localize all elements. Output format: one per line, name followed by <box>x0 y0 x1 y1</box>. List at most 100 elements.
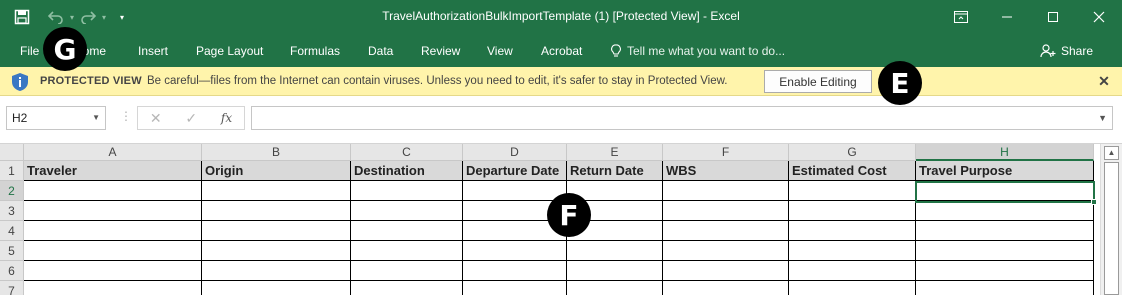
column-header-h[interactable]: H <box>916 144 1094 161</box>
row-header-7[interactable]: 7 <box>0 281 24 295</box>
grid-cell[interactable] <box>351 221 463 241</box>
grid-cell[interactable] <box>24 181 202 201</box>
column-header-g[interactable]: G <box>789 144 916 161</box>
insert-function-icon[interactable]: fx <box>221 111 232 125</box>
grid-cell[interactable] <box>663 181 789 201</box>
grid-cell[interactable] <box>463 281 567 295</box>
expand-formula-icon[interactable]: ▼ <box>1098 113 1107 123</box>
enable-editing-button[interactable]: Enable Editing <box>764 70 872 93</box>
enter-icon[interactable]: ✓ <box>185 110 197 127</box>
grid-cell[interactable] <box>663 221 789 241</box>
shield-info-icon <box>10 72 30 92</box>
minimize-icon[interactable] <box>984 0 1030 33</box>
formula-bar: H2 ▼ ⋮ ✕ ✓ fx ▼ <box>0 96 1122 144</box>
select-all-corner[interactable] <box>0 144 24 161</box>
grid-cell[interactable] <box>663 281 789 295</box>
lightbulb-icon <box>611 44 621 57</box>
grid-cell[interactable] <box>916 201 1094 221</box>
row-header-2[interactable]: 2 <box>0 181 24 201</box>
grid-cell[interactable] <box>567 261 663 281</box>
name-box[interactable]: H2 ▼ <box>6 106 106 130</box>
maximize-icon[interactable] <box>1030 0 1076 33</box>
selected-cell-outline <box>915 181 1095 203</box>
column-header-a[interactable]: A <box>24 144 202 161</box>
header-cell-departure-date[interactable]: Departure Date <box>463 161 567 181</box>
cancel-icon[interactable]: ✕ <box>150 110 162 127</box>
grid-cell[interactable] <box>24 261 202 281</box>
ribbon-display-icon[interactable] <box>938 0 984 33</box>
share-button[interactable]: Share <box>1040 39 1093 63</box>
header-cell-travel-purpose[interactable]: Travel Purpose <box>916 161 1094 181</box>
scroll-thumb[interactable] <box>1104 162 1119 295</box>
tab-data[interactable]: Data <box>368 41 393 61</box>
tell-me-search[interactable]: Tell me what you want to do... <box>611 41 785 61</box>
grid-cell[interactable] <box>916 281 1094 295</box>
tab-formulas[interactable]: Formulas <box>290 41 340 61</box>
grid-cell[interactable] <box>202 261 351 281</box>
grid-cell[interactable] <box>202 201 351 221</box>
grid-cell[interactable] <box>463 241 567 261</box>
header-cell-wbs[interactable]: WBS <box>663 161 789 181</box>
row-header-6[interactable]: 6 <box>0 261 24 281</box>
header-cell-origin[interactable]: Origin <box>202 161 351 181</box>
grid-cell[interactable] <box>789 181 916 201</box>
grid-cell[interactable] <box>789 241 916 261</box>
grid-cell[interactable] <box>24 241 202 261</box>
grid-cell[interactable] <box>663 241 789 261</box>
tab-insert[interactable]: Insert <box>138 41 168 61</box>
grid-cell[interactable] <box>789 281 916 295</box>
row-header-4[interactable]: 4 <box>0 221 24 241</box>
header-cell-traveler[interactable]: Traveler <box>24 161 202 181</box>
close-icon[interactable] <box>1076 0 1122 33</box>
header-cell-estimated-cost[interactable]: Estimated Cost <box>789 161 916 181</box>
column-header-d[interactable]: D <box>463 144 567 161</box>
header-cell-destination[interactable]: Destination <box>351 161 463 181</box>
vertical-scrollbar[interactable]: ▲ <box>1100 144 1122 295</box>
tab-review[interactable]: Review <box>421 41 460 61</box>
header-cell-return-date[interactable]: Return Date <box>567 161 663 181</box>
tab-view[interactable]: View <box>487 41 513 61</box>
column-header-f[interactable]: F <box>663 144 789 161</box>
grid-cell[interactable] <box>916 241 1094 261</box>
grid-cell[interactable] <box>663 201 789 221</box>
formula-input[interactable]: ▼ <box>251 106 1113 130</box>
grid-cell[interactable] <box>351 281 463 295</box>
grid-cell[interactable] <box>463 261 567 281</box>
fill-handle[interactable] <box>1091 199 1097 205</box>
grid-cell[interactable] <box>202 181 351 201</box>
title-bar: ▾ ▾ ▾ TravelAuthorizationBulkImportTempl… <box>0 0 1122 35</box>
close-icon[interactable]: ✕ <box>1096 73 1112 89</box>
grid-cell[interactable] <box>202 221 351 241</box>
grid-cell[interactable] <box>567 281 663 295</box>
grid-cell[interactable] <box>463 181 567 201</box>
grid-cell[interactable] <box>24 281 202 295</box>
grid-cell[interactable] <box>202 281 351 295</box>
tab-page-layout[interactable]: Page Layout <box>196 41 263 61</box>
grid-cell[interactable] <box>789 261 916 281</box>
grid-cell[interactable] <box>789 201 916 221</box>
protected-view-message: Be careful—files from the Internet can c… <box>147 75 728 87</box>
row-header-5[interactable]: 5 <box>0 241 24 261</box>
grid-cell[interactable] <box>24 201 202 221</box>
grid-cell[interactable] <box>916 221 1094 241</box>
grid-cell[interactable] <box>202 241 351 261</box>
row-header-3[interactable]: 3 <box>0 201 24 221</box>
grid-cell[interactable] <box>351 261 463 281</box>
callout-marker-f: F <box>547 193 591 237</box>
tab-file[interactable]: File <box>20 41 39 61</box>
grid-cell[interactable] <box>663 261 789 281</box>
column-header-c[interactable]: C <box>351 144 463 161</box>
grid-cell[interactable] <box>351 201 463 221</box>
column-header-e[interactable]: E <box>567 144 663 161</box>
grid-cell[interactable] <box>351 181 463 201</box>
chevron-down-icon[interactable]: ▼ <box>92 107 100 129</box>
row-header-1[interactable]: 1 <box>0 161 24 181</box>
column-header-b[interactable]: B <box>202 144 351 161</box>
scroll-up-icon[interactable]: ▲ <box>1104 146 1119 160</box>
grid-cell[interactable] <box>567 241 663 261</box>
grid-cell[interactable] <box>24 221 202 241</box>
grid-cell[interactable] <box>789 221 916 241</box>
tab-acrobat[interactable]: Acrobat <box>541 41 582 61</box>
grid-cell[interactable] <box>351 241 463 261</box>
grid-cell[interactable] <box>916 261 1094 281</box>
